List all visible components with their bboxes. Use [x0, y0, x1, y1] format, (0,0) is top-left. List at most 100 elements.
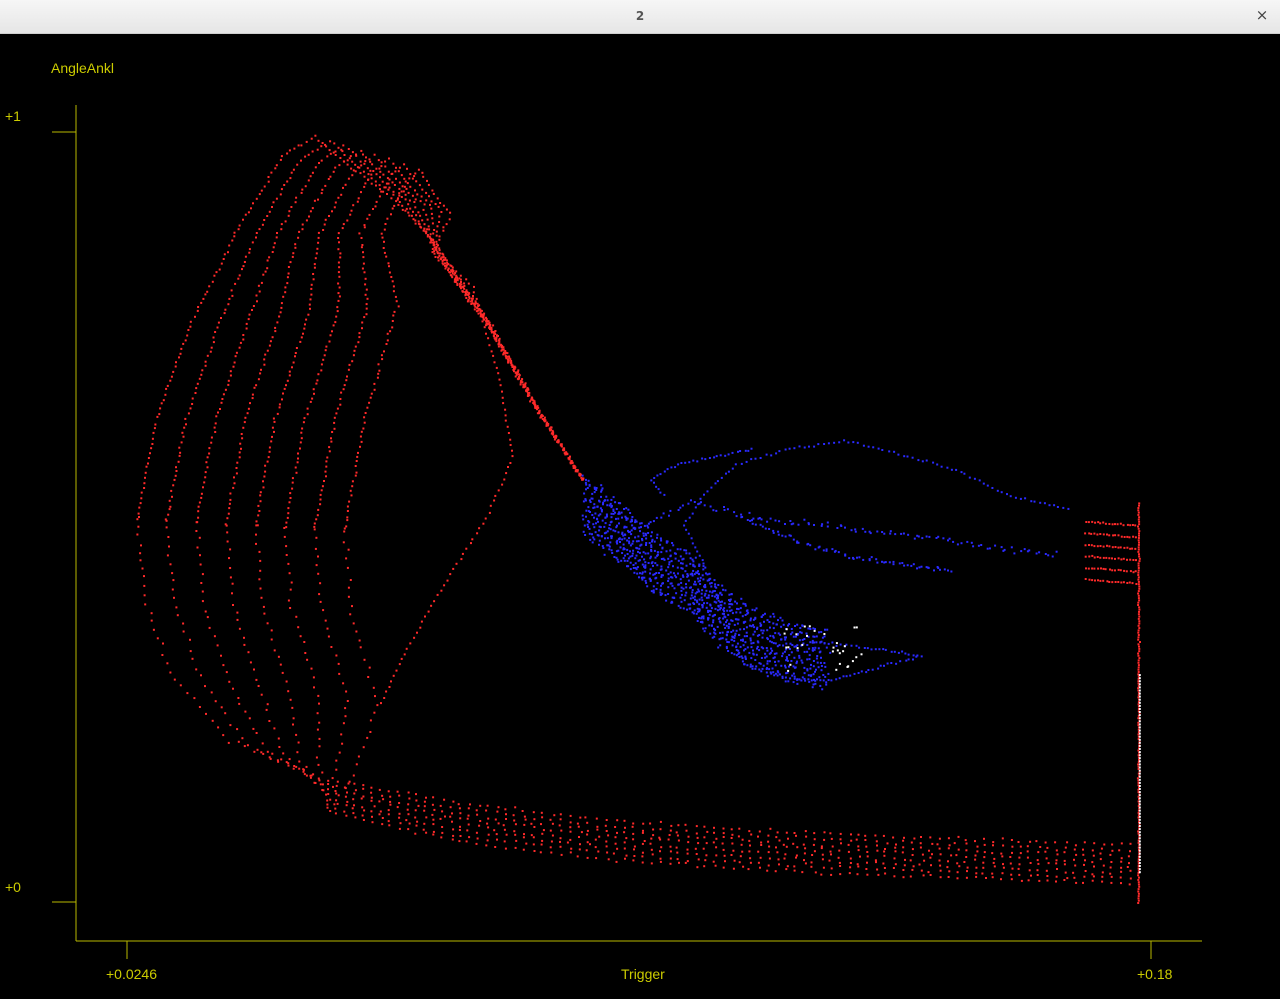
blue-point — [755, 607, 758, 610]
blue-point — [649, 579, 652, 582]
red-point — [451, 276, 454, 279]
red-point — [240, 447, 242, 450]
red-point — [395, 177, 397, 180]
blue-point — [750, 657, 753, 660]
blue-point — [920, 565, 923, 568]
blue-point — [789, 677, 792, 680]
red-point — [443, 584, 446, 587]
blue-point — [770, 647, 773, 650]
red-point — [488, 326, 491, 329]
blue-point — [960, 471, 963, 474]
blue-point — [785, 656, 788, 659]
red-point — [499, 384, 502, 387]
red-point — [228, 680, 231, 683]
red-point — [802, 843, 805, 846]
blue-point — [856, 556, 858, 559]
blue-point — [704, 592, 707, 595]
red-point — [351, 160, 354, 163]
blue-point — [940, 465, 943, 468]
red-point — [552, 432, 555, 435]
red-point — [248, 313, 251, 316]
blue-point — [769, 615, 772, 618]
red-point — [180, 441, 183, 444]
red-point — [1099, 579, 1102, 582]
close-icon[interactable]: × — [1254, 7, 1270, 23]
blue-point — [749, 639, 752, 642]
red-point — [1137, 604, 1140, 606]
red-point — [1137, 569, 1140, 572]
red-point — [659, 857, 662, 860]
red-point — [1001, 855, 1004, 858]
red-point — [388, 265, 390, 268]
red-point — [244, 255, 247, 258]
red-point — [466, 817, 469, 820]
red-point — [305, 219, 308, 222]
red-point — [294, 355, 296, 358]
blue-point — [729, 598, 732, 601]
red-point — [337, 146, 340, 149]
blue-point — [623, 526, 626, 529]
red-point — [169, 671, 172, 674]
red-point — [246, 744, 249, 747]
blue-point — [741, 615, 744, 618]
red-point — [391, 172, 394, 175]
red-point — [738, 827, 741, 830]
red-point — [507, 361, 510, 364]
red-point — [373, 153, 376, 156]
red-point — [216, 326, 219, 329]
red-point — [393, 184, 396, 186]
red-point — [224, 308, 227, 311]
red-point — [328, 340, 331, 343]
red-point — [570, 847, 573, 850]
red-point — [733, 859, 736, 862]
white-point — [842, 650, 845, 653]
red-point — [387, 188, 390, 191]
blue-point — [778, 450, 781, 453]
blue-point — [650, 479, 653, 482]
red-point — [467, 294, 470, 296]
blue-point — [628, 537, 630, 540]
blue-point — [730, 638, 733, 641]
red-point — [1119, 546, 1122, 549]
blue-point — [700, 592, 703, 595]
blue-point — [869, 532, 872, 535]
red-point — [504, 419, 507, 422]
blue-point — [650, 531, 653, 534]
white-point — [847, 665, 850, 668]
red-point — [390, 213, 392, 216]
white-point — [1138, 692, 1141, 695]
red-point — [1108, 557, 1111, 560]
red-point — [319, 783, 322, 786]
red-point — [292, 767, 295, 770]
red-point — [902, 846, 905, 849]
blue-point — [881, 531, 884, 533]
blue-point — [1028, 549, 1031, 552]
white-point — [1138, 778, 1141, 781]
blue-point — [809, 674, 812, 677]
red-point — [722, 866, 725, 869]
red-point — [344, 795, 347, 798]
blue-point — [584, 534, 587, 536]
blue-point — [701, 559, 704, 562]
red-point — [329, 334, 332, 337]
red-point — [347, 595, 350, 598]
red-point — [289, 177, 292, 180]
red-point — [500, 346, 503, 349]
red-point — [451, 838, 454, 841]
blue-point — [637, 540, 640, 543]
red-point — [279, 158, 282, 161]
red-point — [385, 343, 388, 345]
red-point — [363, 224, 366, 227]
red-point — [241, 268, 243, 271]
red-point — [404, 198, 407, 201]
white-point — [843, 645, 846, 648]
blue-point — [876, 530, 879, 533]
blue-point — [854, 528, 857, 531]
blue-point — [651, 540, 653, 543]
red-point — [283, 527, 286, 529]
red-point — [697, 858, 700, 861]
red-point — [323, 354, 326, 357]
red-point — [625, 854, 628, 857]
red-point — [200, 492, 203, 495]
red-point — [1134, 524, 1137, 527]
